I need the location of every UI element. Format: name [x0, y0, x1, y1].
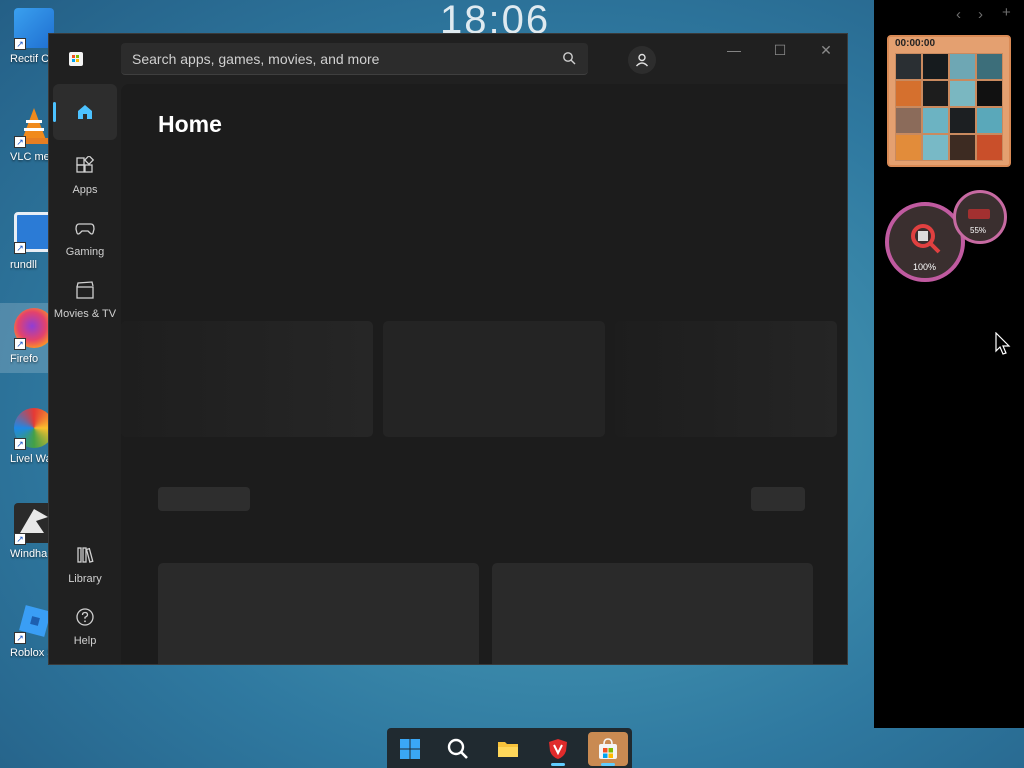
navigation-rail: Apps Gaming Movies & TV Library Help	[49, 84, 121, 664]
home-content: Home	[121, 84, 847, 664]
account-button[interactable]	[628, 46, 656, 74]
search-icon[interactable]	[562, 51, 576, 65]
nav-movies-tv[interactable]: Movies & TV	[53, 270, 117, 326]
page-title: Home	[158, 111, 222, 137]
shortcut-arrow-icon: ↗	[14, 632, 26, 644]
help-icon	[76, 608, 94, 626]
nav-gaming[interactable]: Gaming	[53, 208, 117, 264]
apps-icon	[76, 156, 95, 173]
shortcut-arrow-icon: ↗	[14, 338, 26, 350]
nav-apps[interactable]: Apps	[53, 146, 117, 202]
maximize-button[interactable]: ☐	[757, 34, 803, 66]
app-tile-placeholder[interactable]	[158, 563, 479, 664]
widget-panel: ‹ › + 00:00:00 100% 55%	[874, 0, 1024, 728]
store-bag-icon	[599, 738, 617, 759]
browser-shield-icon	[549, 739, 567, 759]
desktop-clock: 18:06	[440, 0, 551, 34]
running-indicator	[551, 763, 565, 766]
magnifier-icon	[911, 224, 941, 254]
shortcut-arrow-icon: ↗	[14, 533, 26, 545]
store-taskbar-button[interactable]	[588, 732, 628, 766]
nav-home[interactable]	[53, 84, 117, 140]
memory-chip-icon	[968, 209, 990, 219]
puzzle-widget[interactable]: 00:00:00	[887, 35, 1011, 167]
panel-add-button[interactable]: +	[1002, 4, 1011, 21]
search-icon	[447, 738, 468, 759]
meter-small-value: 55%	[970, 226, 987, 235]
desktop-icon-rectify[interactable]: ↗ Rectif Contro	[0, 8, 54, 104]
hero-card-placeholder[interactable]	[121, 321, 373, 437]
title-bar[interactable]: — ☐ ✕	[49, 34, 847, 84]
nav-label: Library	[68, 573, 102, 585]
nav-library[interactable]: Library	[53, 535, 117, 591]
section-heading-placeholder	[158, 487, 250, 511]
hero-card-placeholder[interactable]	[383, 321, 605, 437]
nav-label: Help	[73, 635, 97, 647]
desktop-icon-roblox[interactable]: ↗ Roblox S	[0, 602, 54, 698]
shortcut-arrow-icon: ↗	[14, 38, 26, 50]
shortcut-arrow-icon: ↗	[14, 242, 26, 254]
minimize-button[interactable]: —	[711, 34, 757, 66]
active-indicator	[53, 102, 56, 122]
vivaldi-browser-button[interactable]	[538, 732, 578, 766]
search-box[interactable]	[121, 43, 588, 75]
running-indicator	[601, 763, 615, 766]
account-icon	[635, 53, 649, 67]
nav-label: Apps	[72, 184, 98, 196]
shortcut-arrow-icon: ↗	[14, 136, 26, 148]
start-button[interactable]	[390, 732, 430, 766]
panel-forward-button[interactable]: ›	[978, 6, 983, 23]
see-all-placeholder[interactable]	[751, 487, 805, 511]
search-input[interactable]	[121, 43, 561, 75]
mouse-cursor-icon	[995, 332, 1011, 355]
desktop-icon-windhawk[interactable]: ↗ Windha	[0, 503, 54, 599]
desktop-icon-lively[interactable]: ↗ Livel Wallpa	[0, 408, 54, 504]
close-button[interactable]: ✕	[803, 34, 847, 66]
taskbar	[387, 728, 632, 768]
hero-card-placeholder[interactable]	[615, 321, 837, 437]
desktop-icon-firefox[interactable]: ↗ Firefo	[0, 308, 54, 404]
puzzle-timer: 00:00:00	[895, 38, 936, 49]
desktop-icon-vlc[interactable]: ↗ VLC me playe	[0, 106, 54, 202]
meter-large-value: 100%	[913, 262, 937, 272]
home-icon	[78, 105, 92, 119]
taskbar-search-button[interactable]	[438, 732, 478, 766]
memory-meter-widget[interactable]: 55%	[953, 190, 1007, 244]
file-explorer-button[interactable]	[488, 732, 528, 766]
windows-logo-icon	[400, 739, 420, 759]
desktop-clock-container: 18:06	[420, 0, 600, 34]
nav-label: Gaming	[65, 246, 105, 258]
store-logo-icon	[69, 52, 83, 66]
folder-icon	[498, 742, 518, 757]
gamepad-icon	[75, 223, 95, 235]
library-icon	[77, 547, 94, 563]
puzzle-grid[interactable]	[895, 53, 1003, 161]
nav-help[interactable]: Help	[53, 597, 117, 653]
store-window: — ☐ ✕ Apps Gaming Movies & TV Library He…	[48, 33, 848, 665]
app-tile-placeholder[interactable]	[492, 563, 813, 664]
shortcut-arrow-icon: ↗	[14, 438, 26, 450]
desktop-icon-rundll[interactable]: ↗ rundll	[0, 212, 54, 308]
clapperboard-icon	[76, 281, 94, 299]
panel-back-button[interactable]: ‹	[956, 6, 961, 23]
nav-label: Movies & TV	[53, 308, 117, 320]
